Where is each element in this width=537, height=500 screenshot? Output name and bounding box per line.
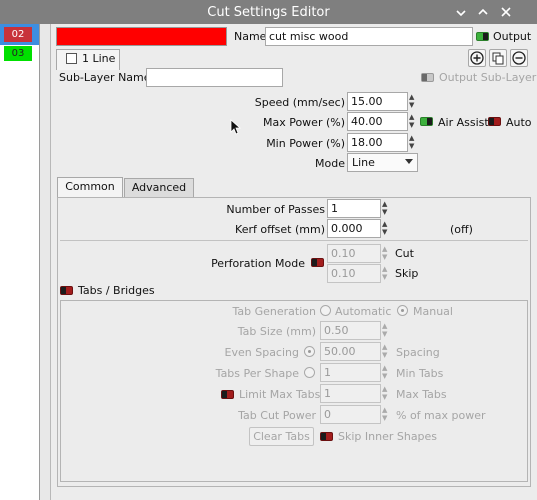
tabs-per-shape-label: Tabs Per Shape bbox=[215, 367, 299, 380]
sublayer-name-input[interactable] bbox=[146, 68, 283, 87]
passes-input[interactable]: 1 bbox=[327, 199, 381, 218]
limit-max-tabs-toggle[interactable] bbox=[221, 390, 234, 399]
even-spacing-label: Even Spacing bbox=[224, 346, 299, 359]
sublayer-name-label: Sub-Layer Name bbox=[59, 71, 151, 84]
limit-max-tabs-label: Limit Max Tabs bbox=[239, 388, 321, 401]
output-toggle[interactable] bbox=[476, 32, 489, 41]
add-sublayer-button[interactable] bbox=[468, 49, 486, 67]
mode-value: Line bbox=[352, 156, 375, 169]
sublayer-tab-label: 1 Line bbox=[82, 52, 116, 65]
max-power-input[interactable]: 40.00 bbox=[347, 112, 408, 131]
max-tabs-label: Max Tabs bbox=[396, 388, 447, 401]
tab-sublayer-1[interactable]: 1 Line bbox=[56, 49, 120, 70]
even-spacing-spinner[interactable]: ▲ ▼ bbox=[381, 342, 391, 361]
tab-size-spinner[interactable]: ▲ ▼ bbox=[381, 321, 391, 340]
skip-label: Skip bbox=[395, 267, 419, 280]
tab-cut-power-input[interactable]: 0 bbox=[320, 405, 381, 424]
copy-icon bbox=[492, 52, 504, 65]
mode-label: Mode bbox=[315, 157, 345, 170]
automatic-radio[interactable] bbox=[320, 305, 331, 316]
min-tabs-label: Min Tabs bbox=[396, 367, 444, 380]
manual-label: Manual bbox=[413, 305, 453, 318]
cut-length-input[interactable]: 0.10 bbox=[327, 244, 381, 263]
tab-advanced[interactable]: Advanced bbox=[124, 178, 194, 198]
mouse-cursor-icon bbox=[230, 119, 242, 135]
tab-size-label: Tab Size (mm) bbox=[237, 325, 316, 338]
output-sublayer-label: Output Sub-Layer bbox=[439, 71, 537, 84]
divider bbox=[60, 240, 528, 241]
kerf-spinner[interactable]: ▲ ▼ bbox=[381, 219, 391, 238]
title-bar: Cut Settings Editor bbox=[0, 0, 537, 24]
limit-max-tabs-input[interactable]: 1 bbox=[320, 384, 381, 403]
automatic-label: Automatic bbox=[335, 305, 392, 318]
min-power-spinner[interactable]: ▲ ▼ bbox=[408, 133, 418, 152]
plus-circle-icon bbox=[470, 51, 484, 65]
duplicate-sublayer-button[interactable] bbox=[489, 49, 507, 67]
layer-color-swatch[interactable] bbox=[56, 27, 227, 46]
pct-of-max-power-label: % of max power bbox=[396, 409, 486, 422]
skip-inner-shapes-label: Skip Inner Shapes bbox=[338, 430, 438, 443]
tab-cut-power-label: Tab Cut Power bbox=[238, 409, 316, 422]
cut-label: Cut bbox=[395, 247, 414, 260]
cut-length-spinner[interactable]: ▲ ▼ bbox=[381, 244, 391, 263]
min-power-label: Min Power (%) bbox=[266, 137, 345, 150]
tab-generation-label: Tab Generation bbox=[232, 305, 316, 318]
close-icon[interactable] bbox=[497, 3, 515, 21]
speed-input[interactable]: 15.00 bbox=[347, 92, 408, 111]
speed-label: Speed (mm/sec) bbox=[254, 96, 345, 109]
minimize-icon[interactable] bbox=[452, 3, 470, 21]
skip-length-spinner[interactable]: ▲ ▼ bbox=[381, 264, 391, 283]
auto-toggle[interactable] bbox=[488, 117, 501, 126]
mode-select[interactable]: Line bbox=[347, 153, 418, 172]
tab-cut-power-spinner[interactable]: ▲ ▼ bbox=[381, 405, 391, 424]
max-power-spinner[interactable]: ▲ ▼ bbox=[408, 112, 418, 131]
tabs-per-shape-spinner[interactable]: ▲ ▼ bbox=[381, 363, 391, 382]
tabs-bridges-toggle[interactable] bbox=[60, 286, 73, 295]
even-spacing-input[interactable]: 50.00 bbox=[320, 342, 381, 361]
layer-list: 02 03 bbox=[0, 24, 40, 500]
speed-spinner[interactable]: ▲ ▼ bbox=[408, 92, 418, 111]
passes-spinner[interactable]: ▲ ▼ bbox=[381, 199, 391, 218]
air-assist-toggle[interactable] bbox=[420, 117, 433, 126]
passes-label: Number of Passes bbox=[226, 203, 325, 216]
manual-radio[interactable] bbox=[397, 305, 408, 316]
kerf-label: Kerf offset (mm) bbox=[235, 223, 325, 236]
tab-size-input[interactable]: 0.50 bbox=[320, 321, 381, 340]
layer-name-input[interactable]: cut misc wood bbox=[265, 27, 473, 46]
clear-tabs-button[interactable]: Clear Tabs bbox=[249, 427, 314, 446]
kerf-note: (off) bbox=[450, 223, 473, 236]
min-power-input[interactable]: 18.00 bbox=[347, 133, 408, 152]
output-sublayer-toggle[interactable] bbox=[421, 73, 434, 82]
layer-item-03[interactable]: 03 bbox=[4, 46, 32, 61]
name-label: Name bbox=[234, 30, 267, 43]
perforation-toggle[interactable] bbox=[311, 258, 324, 267]
perforation-label: Perforation Mode bbox=[211, 257, 305, 270]
auto-label: Auto bbox=[506, 116, 532, 129]
limit-max-tabs-spinner[interactable]: ▲ ▼ bbox=[381, 384, 391, 403]
maximize-icon[interactable] bbox=[474, 3, 492, 21]
tabs-per-shape-radio[interactable] bbox=[304, 367, 315, 378]
output-label: Output bbox=[493, 30, 532, 43]
tab-common[interactable]: Common bbox=[57, 177, 123, 198]
max-power-label: Max Power (%) bbox=[262, 116, 345, 129]
layer-item-02[interactable]: 02 bbox=[4, 27, 32, 42]
chevron-down-icon bbox=[405, 159, 413, 164]
kerf-input[interactable]: 0.000 bbox=[327, 219, 381, 238]
skip-length-input[interactable]: 0.10 bbox=[327, 264, 381, 283]
tabs-per-shape-input[interactable]: 1 bbox=[320, 363, 381, 382]
even-spacing-radio[interactable] bbox=[304, 346, 315, 357]
spacing-label: Spacing bbox=[396, 346, 440, 359]
air-assist-label: Air Assist bbox=[438, 116, 489, 129]
sublayer-checkbox[interactable] bbox=[66, 53, 77, 64]
skip-inner-shapes-toggle[interactable] bbox=[320, 432, 333, 441]
tabs-bridges-label: Tabs / Bridges bbox=[78, 284, 155, 297]
minus-circle-icon bbox=[512, 51, 526, 65]
remove-sublayer-button[interactable] bbox=[510, 49, 528, 67]
